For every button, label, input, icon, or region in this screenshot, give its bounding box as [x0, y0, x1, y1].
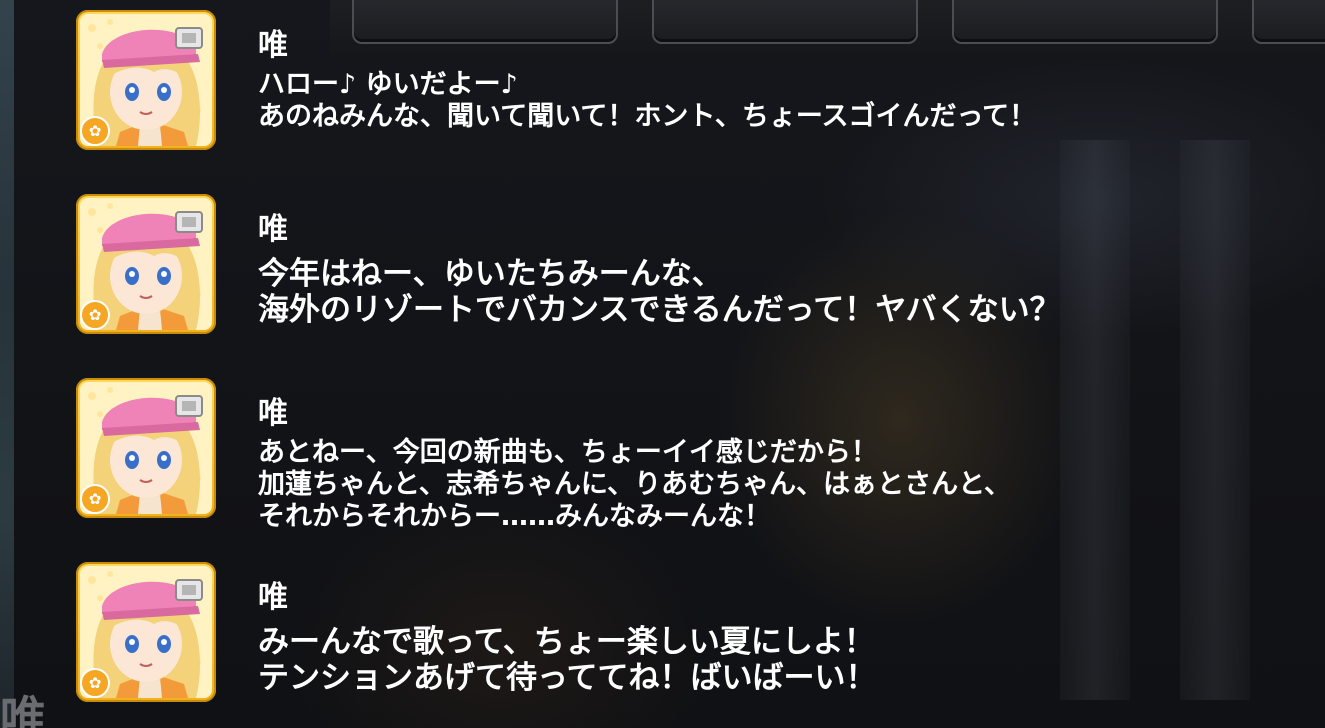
avatar: ✿	[76, 10, 216, 150]
top-tab-button[interactable]	[1252, 0, 1325, 44]
character-portrait: ✿	[80, 382, 212, 514]
message-line: あのねみんな、聞いて聞いて！ホント、ちょースゴイんだって！	[258, 101, 1037, 132]
top-tab-button[interactable]	[352, 0, 618, 44]
left-edge-strip	[0, 0, 14, 728]
flower-badge-icon: ✿	[80, 668, 110, 698]
game-screen: ✿ 唯 ハロー♪ ゆいだよー♪ あのねみんな、聞いて聞いて！ホント、ちょースゴイ…	[0, 0, 1325, 728]
avatar: ✿	[76, 562, 216, 702]
top-tab-button[interactable]	[652, 0, 918, 44]
avatar: ✿	[76, 194, 216, 334]
character-portrait: ✿	[80, 198, 212, 330]
character-portrait: ✿	[80, 566, 212, 698]
top-tab-button[interactable]	[952, 0, 1218, 44]
message-line: テンションあげて待っててね！ばいばーい！	[258, 660, 877, 696]
background-pillar	[1060, 140, 1130, 700]
speaker-name: 唯	[258, 580, 289, 615]
flower-badge-icon: ✿	[80, 116, 110, 146]
speaker-name: 唯	[258, 212, 289, 247]
background-pillar	[1180, 140, 1250, 700]
flower-badge-icon: ✿	[80, 484, 110, 514]
flower-badge-icon: ✿	[80, 300, 110, 330]
speaker-name: 唯	[258, 396, 289, 431]
message-line: それからそれからー……みんなみーんな！	[258, 501, 771, 532]
avatar: ✿	[76, 378, 216, 518]
speaker-name: 唯	[258, 28, 289, 63]
character-portrait: ✿	[80, 14, 212, 146]
message-line: 海外のリゾートでバカンスできるんだって！ヤバくない？	[258, 292, 1061, 328]
bottom-speaker-name: 唯	[0, 691, 46, 728]
